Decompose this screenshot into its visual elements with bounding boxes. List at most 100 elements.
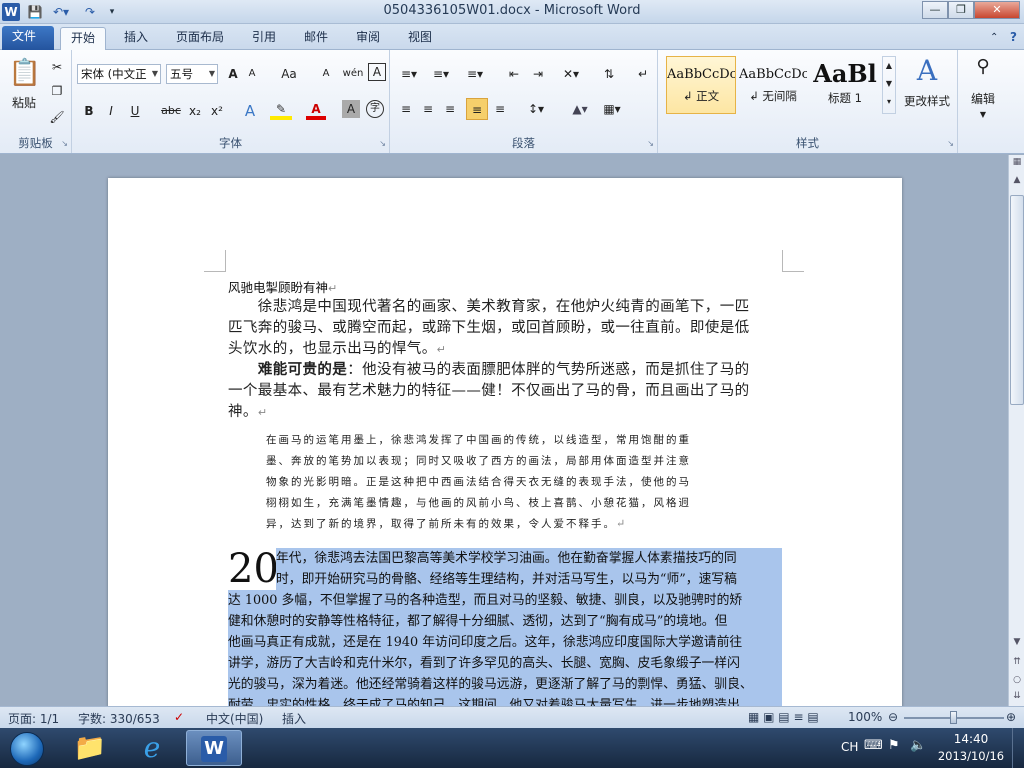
para3-line: 墨、奔放的笔势加以表现；同时又吸收了西方的画法，局部用体面造型并注意 [266, 455, 691, 467]
styles-label: 样式 [796, 136, 819, 150]
font-size-select[interactable]: 五号 ▼ [166, 64, 218, 84]
tab-insert[interactable]: 插入 [114, 27, 158, 50]
multilevel-list-icon[interactable]: ≡▾ [462, 63, 488, 85]
browse-object-icon[interactable]: ○ [1010, 675, 1024, 685]
tab-view[interactable]: 视图 [398, 27, 442, 50]
volume-icon[interactable]: 🔈 [910, 738, 926, 753]
strikethrough-button[interactable]: abc [160, 100, 182, 122]
change-case-button[interactable]: Aa [276, 63, 302, 85]
bullets-icon[interactable]: ≡▾ [396, 63, 422, 85]
clock-time[interactable]: 14:40 [940, 732, 1002, 746]
tab-references[interactable]: 引用 [242, 27, 286, 50]
help-icon[interactable]: ? [1000, 27, 1024, 50]
tab-review[interactable]: 审阅 [346, 27, 390, 50]
show-desktop-button[interactable] [1012, 728, 1024, 768]
tab-home[interactable]: 开始 [60, 27, 107, 50]
shading-icon[interactable]: ▲▾ [566, 98, 594, 120]
explorer-icon[interactable]: 📁 [62, 730, 118, 766]
scroll-up-icon[interactable]: ▲ [1010, 175, 1024, 185]
selected-line: 讲学，游历了大吉岭和克什米尔，看到了许多罕见的高头、长腿、宽胸、皮毛象缎子一样闪 [228, 653, 782, 674]
word-taskbar-icon[interactable]: W [186, 730, 242, 766]
grow-font-button[interactable]: A [224, 63, 242, 85]
style-no-spacing[interactable]: AaBbCcDc ↲ 无间隔 [738, 56, 808, 114]
copy-icon[interactable]: ❐ [46, 80, 68, 102]
phonetic-guide-button[interactable]: wén [340, 63, 366, 85]
borders-icon[interactable]: ▦▾ [598, 98, 626, 120]
align-center-icon[interactable]: ≡ [418, 98, 438, 120]
find-icon[interactable]: ⚲ [968, 56, 998, 78]
ruler-toggle-icon[interactable]: ▦ [1010, 157, 1024, 167]
vertical-scrollbar[interactable]: ▦ ▲ ▼ ⇈ ○ ⇊ [1008, 155, 1024, 706]
tab-page-layout[interactable]: 页面布局 [166, 27, 234, 50]
subscript-button[interactable]: x₂ [186, 100, 204, 122]
sort-icon[interactable]: ⇅ [598, 63, 620, 85]
show-marks-icon[interactable]: ↵ [634, 63, 652, 85]
page-count[interactable]: 页面: 1/1 [8, 710, 59, 727]
bold-button[interactable]: B [80, 100, 98, 122]
highlight-icon[interactable]: ✎ [270, 100, 292, 120]
distribute-icon[interactable]: ≡ [490, 98, 510, 120]
paragraph-mark: ↵ [328, 282, 338, 295]
change-styles-icon[interactable]: A [902, 54, 952, 88]
tab-mailings[interactable]: 邮件 [294, 27, 338, 50]
proofing-icon[interactable]: ✓ [174, 710, 184, 724]
next-page-icon[interactable]: ⇊ [1010, 691, 1024, 701]
scroll-thumb[interactable] [1010, 195, 1024, 405]
maximize-button[interactable]: ❐ [948, 1, 974, 19]
zoom-slider-thumb[interactable] [950, 711, 957, 724]
paste-icon[interactable]: 📋 [8, 56, 42, 90]
change-styles-button[interactable]: 更改样式 [898, 90, 956, 112]
shrink-font-button[interactable]: A [244, 63, 260, 85]
underline-button[interactable]: U [126, 100, 144, 122]
styles-launcher-icon[interactable]: ↘ [947, 139, 954, 148]
italic-button[interactable]: I [102, 100, 120, 122]
internet-explorer-icon[interactable]: e [124, 730, 180, 766]
styles-scroll-icon[interactable]: ▲ ▼ ▾ [882, 56, 896, 114]
language[interactable]: 中文(中国) [206, 710, 263, 727]
view-buttons-icon[interactable]: ▦ ▣ ▤ ≡ ▤ [748, 710, 819, 724]
format-painter-icon[interactable]: 🖌 [46, 106, 68, 128]
decrease-indent-icon[interactable]: ⇤ [504, 63, 524, 85]
para1-text: 头饮水的，也显示出马的悍气。 [228, 341, 437, 357]
style-heading1-name: 标题 1 [828, 91, 862, 105]
character-border-button[interactable]: A [368, 63, 386, 81]
zoom-level[interactable]: 100% [848, 710, 882, 724]
font-color-button[interactable]: A [306, 100, 326, 120]
start-button[interactable] [2, 730, 52, 766]
minimize-button[interactable]: — [922, 1, 948, 19]
justify-icon[interactable]: ≡ [466, 98, 488, 120]
font-name-select[interactable]: 宋体 (中文正 ▼ [77, 64, 161, 84]
word-count[interactable]: 字数: 330/653 [78, 710, 160, 727]
keyboard-icon[interactable]: ⌨ [864, 738, 883, 753]
clear-format-button[interactable]: A [316, 63, 336, 85]
numbering-icon[interactable]: ≡▾ [428, 63, 454, 85]
para1-line: 头饮水的，也显示出马的悍气。↵ [228, 339, 446, 360]
zoom-in-icon[interactable]: ⊕ [1006, 710, 1016, 724]
text-effects-icon[interactable]: A [240, 100, 260, 122]
flag-icon[interactable]: ⚑ [888, 738, 900, 753]
clipboard-group: 📋 粘贴 ✂ ❐ 🖌 剪贴板 ↘ [0, 50, 72, 153]
previous-page-icon[interactable]: ⇈ [1010, 657, 1024, 667]
clock-date[interactable]: 2013/10/16 [934, 749, 1008, 763]
scroll-down-icon[interactable]: ▼ [1010, 637, 1024, 647]
line-spacing-icon[interactable]: ↕▾ [522, 98, 550, 120]
style-heading1[interactable]: AaBl 标题 1 [810, 56, 880, 114]
character-shading-button[interactable]: A [342, 100, 360, 118]
close-button[interactable]: ✕ [974, 1, 1020, 19]
paste-button[interactable]: 粘贴 [4, 92, 44, 114]
style-normal[interactable]: AaBbCcDc ↲ 正文 [666, 56, 736, 114]
zoom-out-icon[interactable]: ⊖ [888, 710, 898, 724]
ime-indicator[interactable]: CH [841, 740, 858, 754]
paragraph-launcher-icon[interactable]: ↘ [647, 139, 654, 148]
cut-icon[interactable]: ✂ [46, 56, 68, 78]
increase-indent-icon[interactable]: ⇥ [528, 63, 548, 85]
font-launcher-icon[interactable]: ↘ [379, 139, 386, 148]
superscript-button[interactable]: x² [208, 100, 226, 122]
tab-file[interactable]: 文件 [2, 26, 54, 50]
insert-mode[interactable]: 插入 [282, 710, 306, 727]
align-right-icon[interactable]: ≡ [440, 98, 460, 120]
chinese-layout-icon[interactable]: ✕▾ [558, 63, 584, 85]
align-left-icon[interactable]: ≡ [396, 98, 416, 120]
clipboard-launcher-icon[interactable]: ↘ [61, 139, 68, 148]
enclose-characters-button[interactable]: 字 [366, 100, 384, 118]
